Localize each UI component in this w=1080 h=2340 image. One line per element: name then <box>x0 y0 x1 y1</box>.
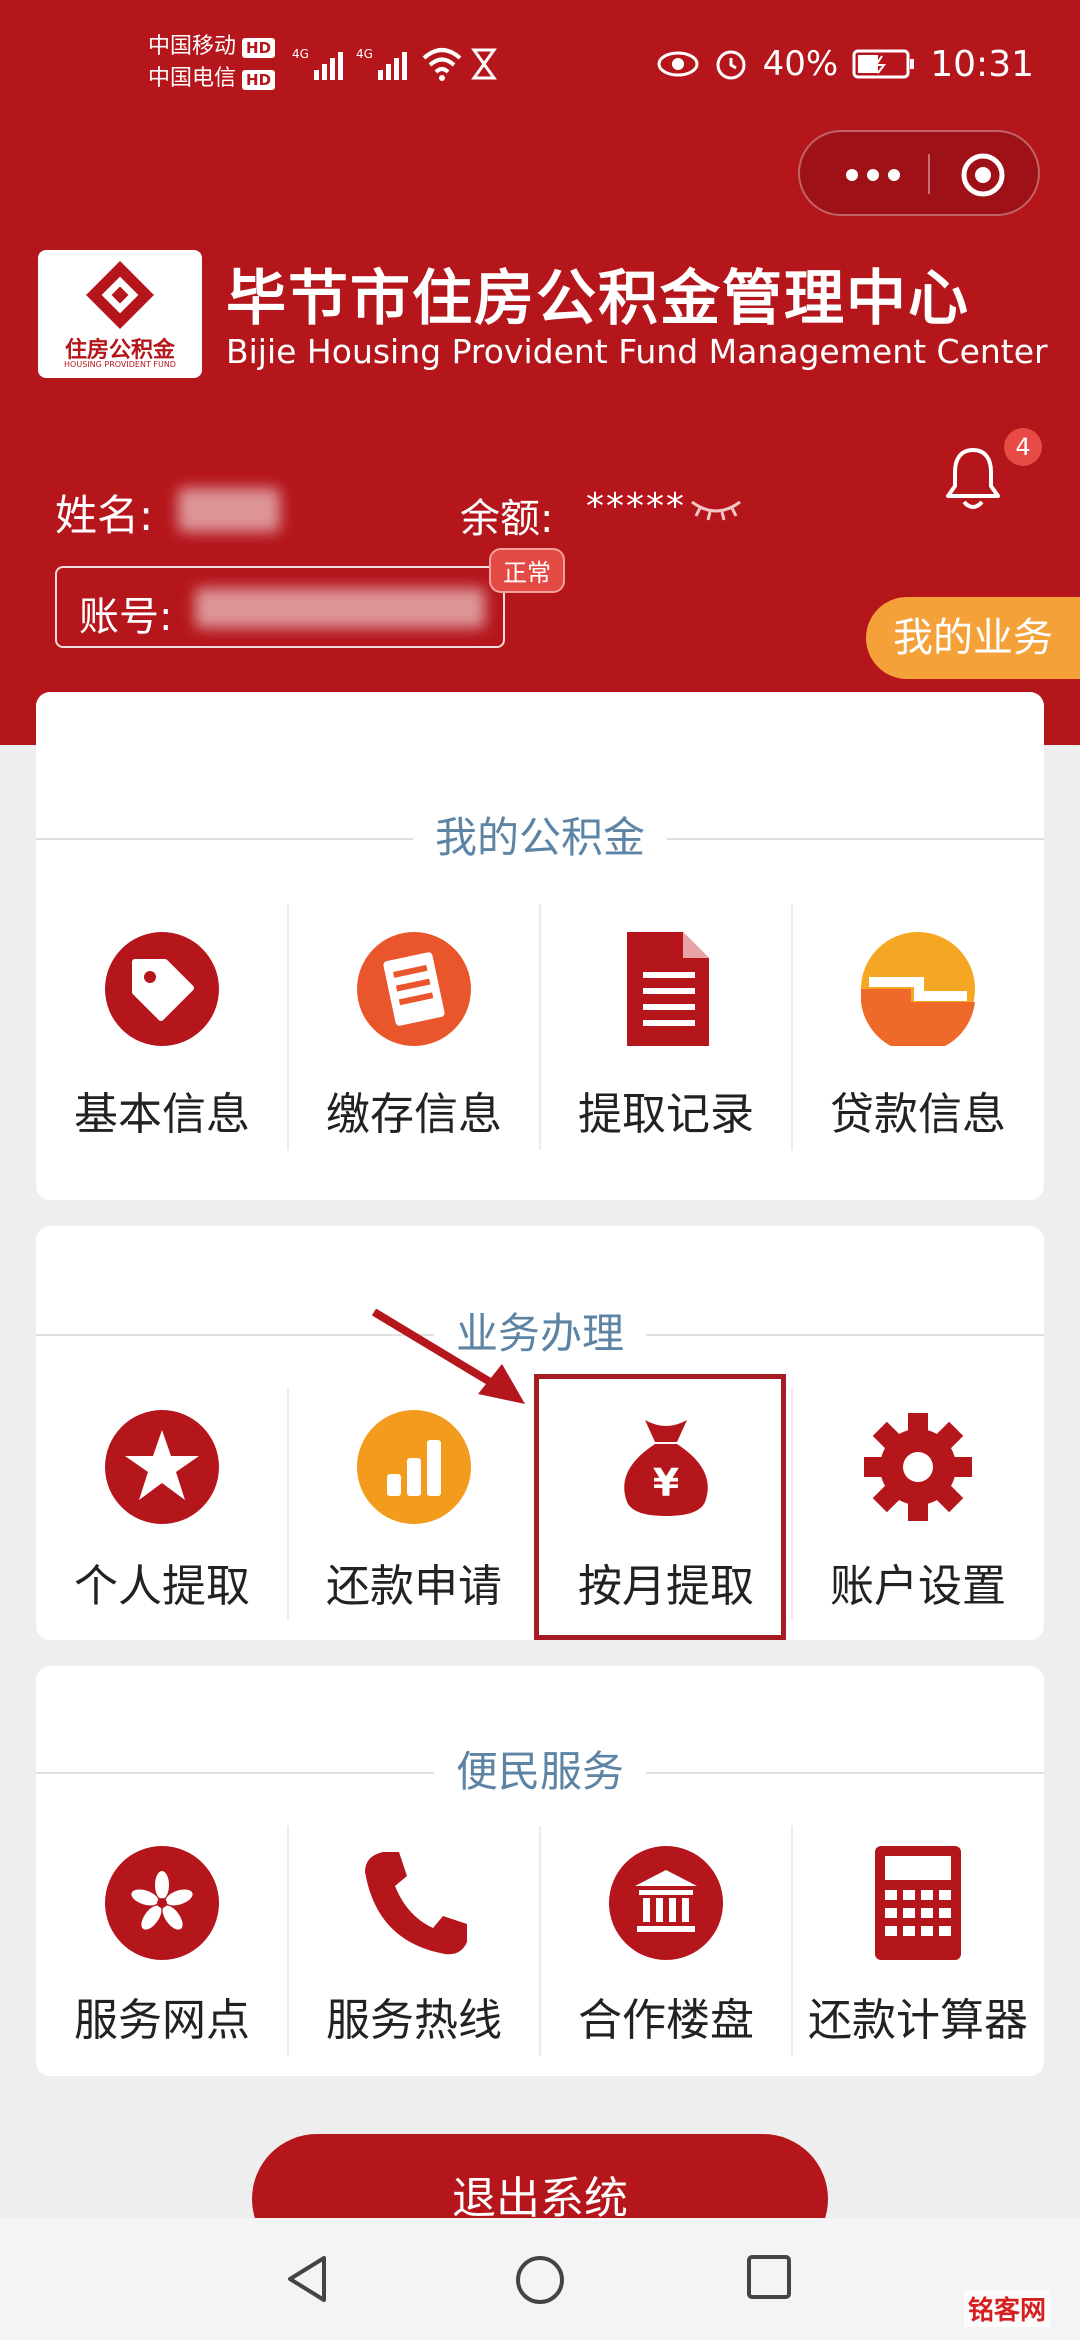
status-right: 40% 10:31 <box>657 43 1034 85</box>
svg-text:4G: 4G <box>356 47 373 61</box>
item-label: 提取记录 <box>578 1089 754 1140</box>
item-service-hotline[interactable]: 服务热线 <box>288 1846 540 2066</box>
flower-icon <box>105 1846 219 1960</box>
item-basic-info[interactable]: 基本信息 <box>36 932 288 1172</box>
battery-percent: 40% <box>762 44 839 84</box>
wifi-icon <box>422 48 462 81</box>
item-label: 合作楼盘 <box>578 1995 754 2046</box>
close-target-icon[interactable] <box>960 152 1006 198</box>
clock: 10:31 <box>930 43 1034 85</box>
hourglass-icon <box>471 48 497 80</box>
account-status-badge: 正常 <box>489 548 565 593</box>
document-list-icon <box>357 932 471 1046</box>
org-name-en: Bijie Housing Provident Fund Management … <box>226 332 1048 371</box>
balance-value: ***** <box>586 486 686 527</box>
item-label: 缴存信息 <box>326 1089 502 1140</box>
item-personal-withdraw[interactable]: 个人提取 <box>36 1410 288 1630</box>
carrier-1: 中国移动 HD <box>148 34 276 60</box>
item-repayment-calculator[interactable]: 还款计算器 <box>792 1846 1044 2066</box>
item-label: 还款计算器 <box>808 1995 1028 2046</box>
watermark: 铭客网 <box>963 2290 1050 2327</box>
highlight-box <box>534 1374 786 1640</box>
logo-subtext: HOUSING PROVIDENT FUND <box>64 360 176 369</box>
eye-icon <box>657 51 699 77</box>
item-withdraw-records[interactable]: 提取记录 <box>540 932 792 1172</box>
tag-icon <box>105 932 219 1046</box>
name-value-blurred <box>178 488 280 532</box>
section-title-convenience: 便民服务 <box>433 1747 646 1796</box>
file-icon <box>627 932 709 1046</box>
system-nav-bar <box>0 2218 1080 2340</box>
item-label: 个人提取 <box>74 1561 250 1612</box>
logo-icon <box>86 261 154 329</box>
gear-icon <box>864 1413 972 1521</box>
account-box: 账号: <box>55 566 505 648</box>
alarm-icon <box>716 50 746 80</box>
item-deposit-info[interactable]: 缴存信息 <box>288 932 540 1172</box>
more-icon[interactable] <box>838 162 908 188</box>
account-value-blurred <box>195 588 485 628</box>
miniprogram-capsule <box>798 130 1040 216</box>
balance-label: 余额: <box>460 496 554 542</box>
star-icon <box>105 1410 219 1524</box>
carrier-2: 中国电信 HD <box>148 66 276 92</box>
my-business-button[interactable]: 我的业务 <box>866 597 1080 679</box>
org-name-cn: 毕节市住房公积金管理中心 <box>226 264 970 334</box>
status-bar: 中国移动 HD 中国电信 HD 4G 4G 40% 10:31 <box>0 0 1080 135</box>
recents-icon[interactable] <box>746 2254 792 2300</box>
item-partner-properties[interactable]: 合作楼盘 <box>540 1846 792 2066</box>
account-label: 账号: <box>79 594 173 640</box>
hide-eye-icon[interactable] <box>688 496 744 522</box>
item-account-settings[interactable]: 账户设置 <box>792 1410 1044 1630</box>
section-title-my-fund: 我的公积金 <box>412 813 667 862</box>
phone-icon <box>365 1852 467 1955</box>
item-label: 还款申请 <box>326 1561 502 1612</box>
calculator-icon <box>875 1846 961 1960</box>
signal-icon: 4G <box>292 47 343 80</box>
bar-chart-icon <box>357 1410 471 1524</box>
notification-badge: 4 <box>1004 428 1042 466</box>
item-label: 基本信息 <box>74 1089 250 1140</box>
item-repayment-apply[interactable]: 还款申请 <box>288 1410 540 1630</box>
svg-text:4G: 4G <box>292 47 309 61</box>
item-label: 服务热线 <box>326 1995 502 2046</box>
home-icon[interactable] <box>514 2254 566 2306</box>
item-label: 贷款信息 <box>830 1089 1006 1140</box>
item-loan-info[interactable]: 贷款信息 <box>792 932 1044 1172</box>
pointer-arrow <box>371 1308 525 1404</box>
battery-icon <box>852 49 915 79</box>
loan-icon <box>861 932 975 1046</box>
name-label: 姓名: <box>55 491 154 540</box>
item-label: 账户设置 <box>830 1561 1006 1612</box>
item-label: 服务网点 <box>74 1995 250 2046</box>
item-service-outlets[interactable]: 服务网点 <box>36 1846 288 2066</box>
logo: 住房公积金 HOUSING PROVIDENT FUND <box>38 250 202 378</box>
signal-icon-2: 4G <box>356 47 407 80</box>
back-icon[interactable] <box>284 2254 330 2304</box>
bell-icon[interactable] <box>944 446 1002 512</box>
card-convenience: 便民服务 服务网点 服务热线 合作楼盘 还款计算器 <box>36 1666 1044 2076</box>
card-my-fund: 我的公积金 基本信息 缴存信息 提取记录 贷款信息 <box>36 692 1044 1200</box>
bank-icon <box>609 1846 723 1960</box>
